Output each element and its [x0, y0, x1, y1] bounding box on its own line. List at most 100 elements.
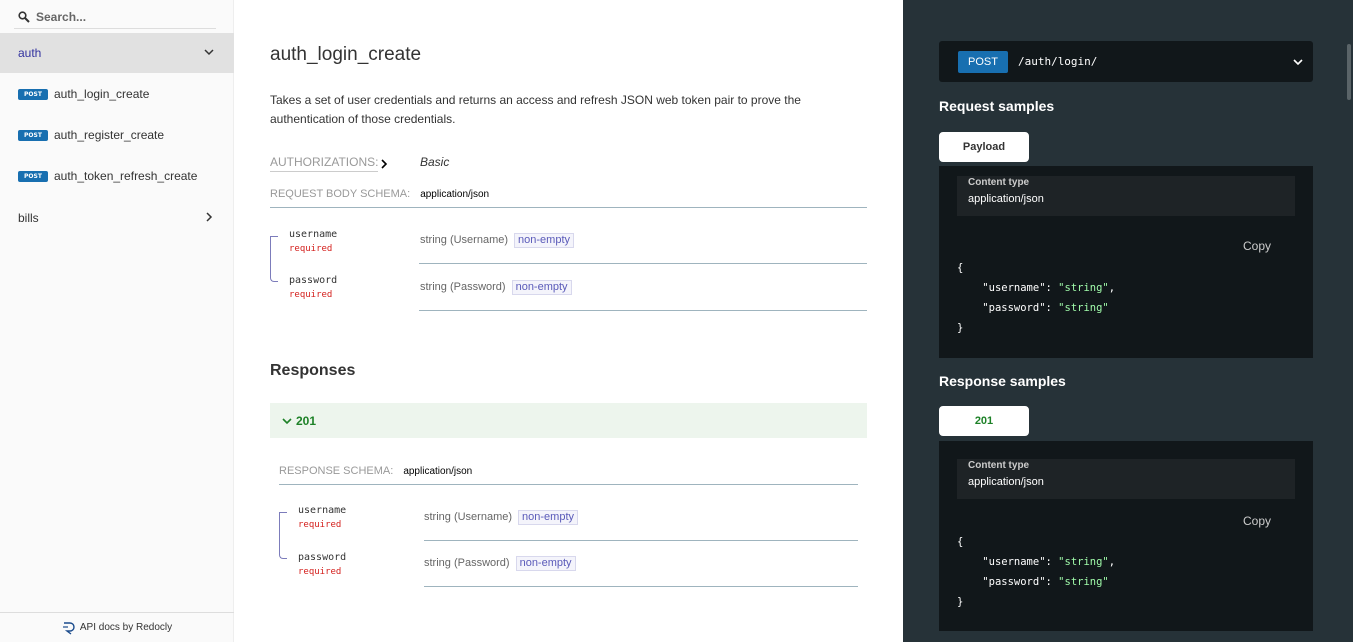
- sidebar-group-auth[interactable]: auth: [0, 33, 234, 73]
- scrollbar[interactable]: [1344, 0, 1353, 642]
- response-samples-title: Response samples: [939, 373, 1066, 389]
- tree-line: [279, 512, 287, 513]
- sidebar: auth POST auth_login_create POST auth_re…: [0, 0, 234, 642]
- operation-description: Takes a set of user credentials and retu…: [270, 93, 801, 126]
- responses-title: Responses: [270, 362, 356, 379]
- redocly-logo-icon: [62, 621, 75, 635]
- json-value: "string": [1058, 282, 1109, 294]
- response-schema-label: RESPONSE SCHEMA:: [279, 465, 394, 477]
- json-brace: {: [957, 262, 964, 274]
- copy-button[interactable]: Copy: [1243, 239, 1271, 253]
- content-type-label: Content type: [968, 460, 1030, 471]
- sidebar-item-label: auth_token_refresh_create: [54, 169, 198, 183]
- required-label: required: [298, 520, 342, 530]
- field-type: string (Password) non-empty: [420, 280, 572, 295]
- response-schema-header: RESPONSE SCHEMA: application/json: [279, 465, 858, 485]
- tree-line: [270, 236, 278, 237]
- content-type-label: Content type: [968, 177, 1030, 188]
- json-key: "password": [982, 302, 1046, 314]
- required-label: required: [298, 567, 342, 577]
- post-badge: POST: [18, 88, 48, 100]
- field-type-label: string (Username): [424, 511, 513, 523]
- field-divider: [419, 310, 867, 311]
- sidebar-group-label: bills: [18, 211, 39, 225]
- field-divider: [419, 263, 867, 264]
- operation-panel: auth_login_create Takes a set of user cr…: [234, 0, 903, 642]
- content-type-selector[interactable]: Content type application/json: [957, 176, 1295, 216]
- chevron-down-icon: [204, 49, 214, 56]
- field-divider: [424, 586, 858, 587]
- json-value: "string": [1058, 576, 1109, 588]
- chevron-right-icon: [206, 212, 213, 222]
- response-sample-box: Content type application/json Copy { "us…: [939, 441, 1313, 631]
- field-name-username: username: [289, 229, 338, 240]
- chevron-down-icon: [282, 417, 292, 424]
- required-label: required: [289, 244, 333, 254]
- tree-line: [270, 236, 271, 276]
- field-type: string (Username) non-empty: [420, 233, 575, 248]
- chevron-right-icon[interactable]: [380, 159, 388, 169]
- code-sample: { "username": "string", "password": "str…: [957, 262, 1116, 334]
- json-key: "username": [982, 282, 1046, 294]
- field-divider: [424, 540, 858, 541]
- json-value: "string": [1058, 556, 1109, 568]
- request-content-type: application/json: [420, 189, 490, 200]
- content-type-selector[interactable]: Content type application/json: [957, 459, 1295, 499]
- sidebar-item-auth-login-create[interactable]: POST auth_login_create: [0, 74, 234, 114]
- json-brace: }: [957, 596, 964, 608]
- field-type-label: string (Username): [420, 234, 509, 246]
- sidebar-item-label: auth_login_create: [54, 87, 150, 101]
- http-method-badge: POST: [958, 50, 1008, 73]
- field-name-password: password: [289, 275, 338, 286]
- post-badge: POST: [18, 170, 48, 182]
- sidebar-item-auth-token-refresh-create[interactable]: POST auth_token_refresh_create: [0, 156, 234, 196]
- response-code: 201: [296, 413, 317, 428]
- json-key: "username": [982, 556, 1046, 568]
- tab-201[interactable]: 201: [939, 406, 1029, 436]
- json-brace: {: [957, 536, 964, 548]
- authorization-value: Basic: [420, 155, 450, 169]
- post-badge: POST: [18, 129, 48, 141]
- tab-payload[interactable]: Payload: [939, 132, 1029, 162]
- request-sample-box: Content type application/json Copy { "us…: [939, 166, 1313, 358]
- endpoint-selector[interactable]: POST /auth/login/: [939, 41, 1313, 82]
- content-type-value: application/json: [968, 476, 1044, 488]
- constraint-badge: non-empty: [518, 510, 579, 525]
- json-key: "password": [982, 576, 1046, 588]
- request-schema-header: REQUEST BODY SCHEMA: application/json: [270, 188, 867, 208]
- request-samples-title: Request samples: [939, 98, 1055, 114]
- footer-label: API docs by Redocly: [79, 622, 173, 633]
- json-value: "string": [1058, 302, 1109, 314]
- field-type: string (Username) non-empty: [424, 510, 579, 525]
- constraint-badge: non-empty: [514, 233, 575, 248]
- search-box: [0, 0, 233, 33]
- field-name-password: password: [298, 552, 347, 563]
- field-type-label: string (Password): [424, 557, 510, 569]
- sidebar-item-label: auth_register_create: [54, 128, 165, 142]
- authorizations-row: AUTHORIZATIONS: Basic: [270, 155, 867, 175]
- copy-button[interactable]: Copy: [1243, 514, 1271, 528]
- content-type-value: application/json: [968, 193, 1044, 205]
- field-name-username: username: [298, 505, 347, 516]
- response-201-toggle[interactable]: 201: [270, 403, 867, 438]
- sidebar-group-bills[interactable]: bills: [0, 198, 234, 238]
- constraint-badge: non-empty: [511, 280, 572, 295]
- sidebar-item-auth-register-create[interactable]: POST auth_register_create: [0, 115, 234, 155]
- scrollbar-thumb[interactable]: [1347, 44, 1351, 100]
- required-label: required: [289, 290, 333, 300]
- samples-panel: POST /auth/login/ Request samples Payloa…: [903, 0, 1353, 642]
- tree-line: [270, 272, 278, 282]
- sidebar-group-label: auth: [18, 46, 42, 60]
- response-content-type: application/json: [403, 466, 473, 477]
- authorizations-toggle[interactable]: AUTHORIZATIONS:: [270, 155, 379, 172]
- code-sample: { "username": "string", "password": "str…: [957, 536, 1116, 608]
- constraint-badge: non-empty: [515, 556, 576, 571]
- redocly-footer-link[interactable]: API docs by Redocly: [0, 612, 234, 642]
- search-input[interactable]: [14, 5, 216, 29]
- tree-line: [279, 512, 280, 552]
- page-title: auth_login_create: [270, 44, 422, 65]
- request-schema-label: REQUEST BODY SCHEMA:: [270, 188, 411, 200]
- field-type-label: string (Password): [420, 281, 506, 293]
- field-type: string (Password) non-empty: [424, 556, 576, 571]
- endpoint-path: /auth/login/: [1017, 55, 1098, 68]
